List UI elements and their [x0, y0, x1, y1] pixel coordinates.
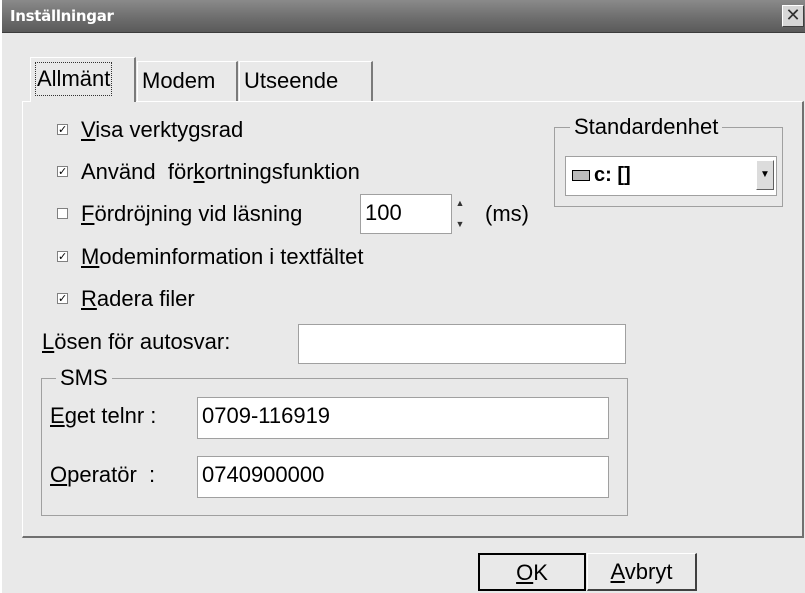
checkbox-visa-box[interactable]: ✓	[57, 124, 68, 136]
chevron-down-icon[interactable]: ▼	[756, 160, 774, 190]
drive-select-value: c: []	[594, 164, 631, 186]
settings-dialog: Inställningar ✕ Allmänt Modem Utseende ✓…	[0, 0, 805, 593]
checkbox-modeminformation[interactable]: ✓ Modeminformation i textfältet	[57, 244, 437, 272]
spin-up-icon[interactable]: ▲	[451, 193, 469, 214]
checkbox-radera-box[interactable]: ✓	[57, 293, 68, 305]
tab-allmant-label: Allmänt	[35, 62, 113, 96]
tab-modem[interactable]: Modem	[137, 61, 238, 101]
tab-allmant[interactable]: Allmänt	[30, 57, 136, 102]
close-button[interactable]: ✕	[782, 5, 804, 27]
checkbox-modeminfo-label: Modeminformation i textfältet	[81, 244, 364, 269]
sms-title: SMS	[56, 365, 112, 391]
operator-label: Operatör :	[50, 462, 156, 487]
delay-input[interactable]: 100	[360, 194, 452, 234]
standardenhet-title: Standardenhet	[570, 114, 723, 140]
cancel-button[interactable]: Avbryt	[587, 553, 697, 591]
checkbox-fordrojning-box[interactable]	[57, 208, 68, 219]
checkbox-anvand-box[interactable]: ✓	[57, 166, 68, 178]
checkbox-visa-verktygsrad[interactable]: ✓ Visa verktygsrad	[57, 117, 357, 145]
delay-unit: (ms)	[485, 201, 529, 226]
delay-spinner[interactable]: ▲ ▼	[451, 193, 469, 237]
window-title: Inställningar	[10, 7, 114, 25]
spin-down-icon[interactable]: ▼	[451, 214, 469, 235]
checkbox-visa-label: Visa verktygsrad	[81, 117, 244, 142]
checkbox-fordrojning[interactable]: Fördröjning vid läsning	[57, 201, 357, 229]
operator-input[interactable]: 0740900000	[197, 456, 609, 498]
checkbox-anvand-label: Använd förkortningsfunktion	[81, 159, 360, 184]
telnr-label: Eget telnr :	[50, 403, 157, 428]
ok-button[interactable]: OK	[478, 553, 586, 591]
drive-icon	[572, 170, 590, 182]
drive-select[interactable]: c: [] ▼	[565, 156, 777, 196]
autosvar-input[interactable]	[298, 324, 626, 364]
checkbox-anvand-forkortning[interactable]: ✓ Använd förkortningsfunktion	[57, 159, 437, 187]
title-bar[interactable]: Inställningar ✕	[2, 0, 805, 33]
checkbox-modeminfo-box[interactable]: ✓	[57, 251, 68, 263]
checkbox-radera-filer[interactable]: ✓ Radera filer	[57, 286, 357, 314]
tab-utseende[interactable]: Utseende	[239, 61, 373, 101]
autosvar-label: Lösen för autosvar:	[42, 329, 231, 354]
checkbox-fordrojning-label: Fördröjning vid läsning	[81, 201, 303, 226]
close-icon: ✕	[785, 5, 801, 25]
telnr-input[interactable]: 0709-116919	[197, 397, 609, 439]
checkbox-radera-label: Radera filer	[81, 286, 195, 311]
